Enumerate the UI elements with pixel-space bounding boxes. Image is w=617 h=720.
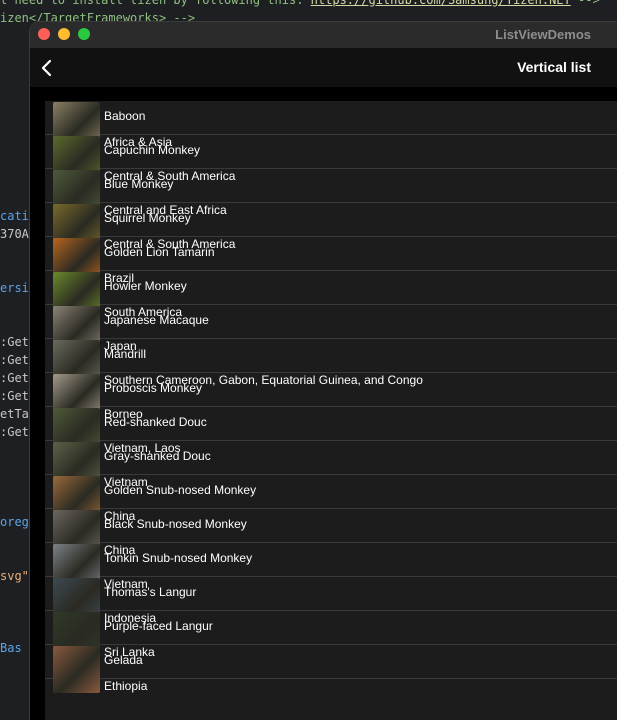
monkey-name: Mandrill [104,347,147,361]
code-token: ersi [0,281,29,295]
chevron-left-icon[interactable] [38,58,58,78]
list-item[interactable]: Mandrill Southern Cameroon, Gabon, Equato… [45,339,617,387]
monkey-name: Howler Monkey [104,279,187,293]
list-item[interactable]: Baboon Africa & Asia [45,101,617,149]
code-token: :Get [0,389,29,403]
monkey-name: Tonkin Snub-nosed Monkey [104,551,253,565]
monkey-name: Capuchin Monkey [104,143,201,157]
list-item[interactable]: Gray-shanked Douc Vietnam [45,441,617,489]
code-token: svg" [0,569,29,583]
code-line: svg" [0,569,29,583]
code-line: etTa [0,407,29,421]
monkey-list[interactable]: Baboon Africa & Asia Capuchin Monkey Centra… [45,101,617,720]
list-item[interactable]: Tonkin Snub-nosed Monkey Vietnam [45,543,617,591]
navigation-bar: Vertical list [30,49,617,87]
monkey-name: Proboscis Monkey [104,381,203,395]
list-item[interactable]: Blue Monkey Central and East Africa [45,169,617,217]
list-item[interactable]: Squirrel Monkey Central & South America [45,203,617,251]
code-token: --> [570,0,600,7]
page-title: Vertical list [517,59,591,75]
list-item[interactable]: Capuchin Monkey Central & South America [45,135,617,183]
code-line: :Get [0,389,29,403]
code-line: :Get [0,371,29,385]
code-token: :Get [0,335,29,349]
code-line: cati [0,209,29,223]
code-line: l need to install tizen by following thi… [0,0,600,7]
monkey-name: Thomas's Langur [104,585,197,599]
list-item[interactable]: Thomas's Langur Indonesia [45,577,617,625]
code-token: cati [0,209,29,223]
list-item[interactable]: Japanese Macaque Japan [45,305,617,353]
code-token: https://github.com/Samsung/Tizen.NET [310,0,571,7]
monkey-name: Black Snub-nosed Monkey [104,517,247,531]
monkey-location: Ethiopia [104,679,148,693]
monkey-name: Squirrel Monkey [104,211,191,225]
monkey-name: Purple-faced Langur [104,619,213,633]
code-token: :Get [0,425,29,439]
monkey-name: Japanese Macaque [104,313,209,327]
code-token: :Get [0,371,29,385]
monkey-name: Golden Snub-nosed Monkey [104,483,257,497]
list-item[interactable]: Red-shanked Douc Vietnam, Laos [45,407,617,455]
code-token: 370A [0,227,29,241]
page-content: Baboon Africa & Asia Capuchin Monkey Centra… [30,87,617,720]
code-line: :Get [0,335,29,349]
monkey-photo [53,646,100,693]
list-item[interactable]: Purple-faced Langur Sri Lanka [45,611,617,659]
window-title: ListViewDemos [495,27,591,42]
code-line: ersi [0,281,29,295]
code-token: Bas [0,641,22,655]
code-line: 370A [0,227,29,241]
list-item[interactable]: Proboscis Monkey Borneo [45,373,617,421]
monkey-name: Blue Monkey [104,177,174,191]
window-titlebar: ListViewDemos [30,22,617,49]
close-window-icon[interactable] [38,28,50,40]
list-item[interactable]: Golden Snub-nosed Monkey China [45,475,617,523]
minimize-window-icon[interactable] [58,28,70,40]
monkey-name: Red-shanked Douc [104,415,207,429]
list-item[interactable]: Gelada Ethiopia [45,645,617,693]
list-item[interactable]: Black Snub-nosed Monkey China [45,509,617,557]
monkey-name: Golden Lion Tamarin [104,245,215,259]
monkey-name: Gelada [104,653,143,667]
code-token: :Get [0,353,29,367]
list-item[interactable]: Golden Lion Tamarin Brazil [45,237,617,285]
list-item[interactable]: Howler Monkey South America [45,271,617,319]
code-token: l need to install tizen by following thi… [0,0,311,7]
zoom-window-icon[interactable] [78,28,90,40]
code-line: :Get [0,425,29,439]
code-line: :Get [0,353,29,367]
app-window: ListViewDemos Vertical list Baboon Africa… [30,22,617,720]
code-line: oreg [0,515,29,529]
monkey-name: Gray-shanked Douc [104,449,211,463]
code-token: oreg [0,515,29,529]
monkey-name: Baboon [104,109,146,123]
code-token: etTa [0,407,29,421]
code-line: Bas [0,641,22,655]
